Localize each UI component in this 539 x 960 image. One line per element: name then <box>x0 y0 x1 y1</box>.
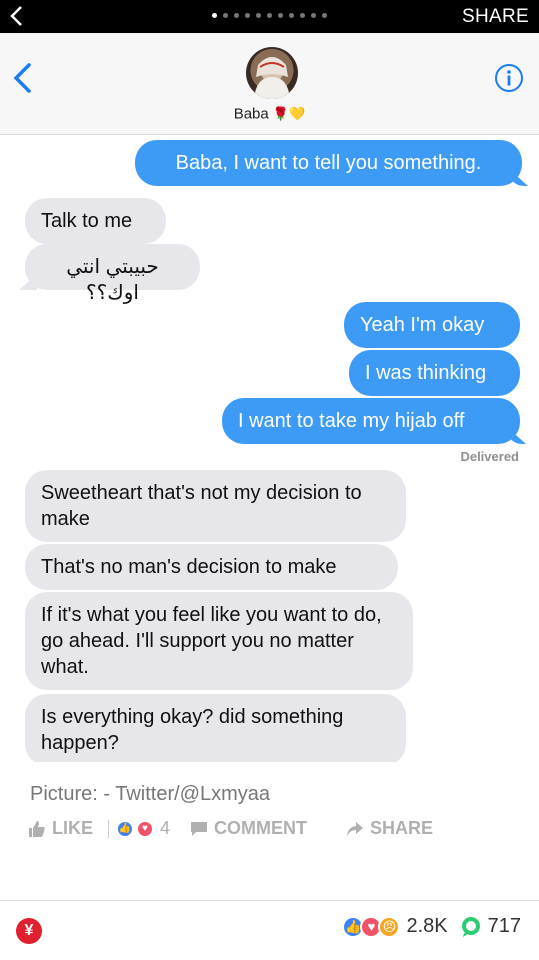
incoming-message[interactable]: Talk to me <box>25 198 166 244</box>
reaction-totals[interactable]: 👍 ♥ 😠 2.8K 717 <box>342 915 521 938</box>
incoming-message[interactable]: حبيبتي انتي اوك؟؟ <box>25 244 200 304</box>
brand-logo-icon[interactable]: ¥ <box>16 918 42 944</box>
page-indicator <box>0 13 539 18</box>
share-arrow-icon <box>347 821 363 836</box>
message-thread: Baba, I want to tell you something. Talk… <box>0 136 539 762</box>
incoming-message[interactable]: That's no man's decision to make <box>25 544 398 590</box>
like-label: LIKE <box>52 818 94 838</box>
outgoing-message[interactable]: I was thinking <box>349 350 520 396</box>
comment-button[interactable]: COMMENT <box>190 818 307 839</box>
page-dot[interactable] <box>212 13 217 18</box>
comment-icon <box>191 821 207 836</box>
incoming-message[interactable]: Sweetheart that's not my decision to mak… <box>25 470 406 542</box>
page-dot[interactable] <box>278 13 283 18</box>
chevron-left-icon[interactable] <box>10 61 34 95</box>
avatar[interactable] <box>246 47 298 99</box>
contact-name[interactable]: Baba 🌹💛 <box>0 105 539 123</box>
outgoing-message[interactable]: Baba, I want to tell you something. <box>135 140 522 186</box>
page-dot[interactable] <box>234 13 239 18</box>
conversation-header: Baba 🌹💛 <box>0 33 539 135</box>
outgoing-message[interactable]: Yeah I'm okay <box>344 302 520 348</box>
incoming-message[interactable]: Is everything okay? did something happen… <box>25 694 406 762</box>
comments-total: 717 <box>487 915 521 937</box>
like-button[interactable]: LIKE <box>28 818 93 839</box>
angry-reaction-icon: 😠 <box>378 915 401 938</box>
page-dot[interactable] <box>311 13 316 18</box>
page-dot[interactable] <box>256 13 261 18</box>
info-icon[interactable] <box>494 63 524 93</box>
page-dot[interactable] <box>300 13 305 18</box>
page-dot[interactable] <box>289 13 294 18</box>
reactions-total: 2.8K <box>406 915 448 937</box>
incoming-message[interactable]: If it's what you feel like you want to d… <box>25 592 413 690</box>
divider <box>108 820 109 838</box>
contact-emoji: 🌹💛 <box>272 106 306 122</box>
bottom-bar: ¥ 👍 ♥ 😠 2.8K 717 <box>0 900 539 960</box>
app-top-bar: SHARE <box>0 0 539 33</box>
page-dot[interactable] <box>322 13 327 18</box>
outgoing-message[interactable]: I want to take my hijab off <box>222 398 520 444</box>
contact-name-text: Baba <box>233 105 269 123</box>
comment-label: COMMENT <box>214 818 307 838</box>
share-label: SHARE <box>370 818 434 838</box>
reaction-summary[interactable]: 👍 ♥ 4 <box>116 818 170 839</box>
post-caption: Picture: - Twitter/@Lxmyaa <box>30 783 270 805</box>
share-post-button[interactable]: SHARE <box>346 818 433 839</box>
love-reaction-icon: ♥ <box>136 819 154 838</box>
share-button[interactable]: SHARE <box>462 6 529 28</box>
reaction-count: 4 <box>160 818 171 838</box>
like-reaction-icon: 👍 <box>116 819 134 838</box>
delivered-status: Delivered <box>460 449 519 464</box>
thumbs-up-icon <box>29 820 45 837</box>
page-dot[interactable] <box>223 13 228 18</box>
page-dot[interactable] <box>267 13 272 18</box>
page-dot[interactable] <box>245 13 250 18</box>
comment-bubble-icon <box>461 916 480 937</box>
